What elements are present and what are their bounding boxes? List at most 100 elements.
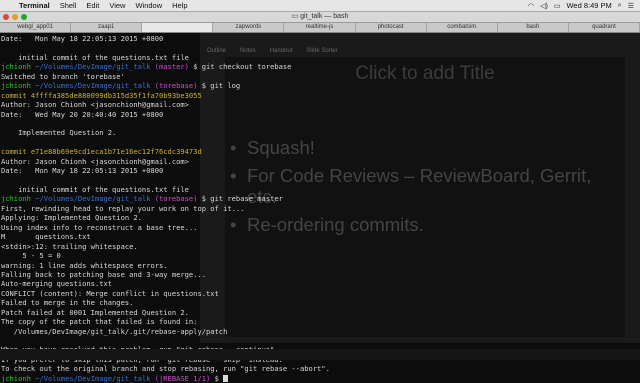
bottom-bar (0, 349, 640, 360)
menu-shell[interactable]: Shell (55, 0, 82, 11)
line-text: Failed to merge in the changes. (1, 298, 134, 308)
terminal-line: 5 - 5 = 0 (1, 251, 639, 260)
prompt-branch: (master) (150, 62, 189, 72)
prompt-path: ~/Volumes/DevImage/git_talk (30, 194, 151, 204)
prompt-user: jchionh (1, 194, 31, 204)
terminal-prompt-line: jchionh ~/Volumes/DevImage/git_talk (tor… (1, 194, 639, 203)
terminal-line: initial commit of the questions.txt file (1, 53, 639, 62)
terminal-output[interactable]: Date: Mon May 18 22:05:13 2015 +0800 ini… (1, 34, 639, 383)
menu-edit[interactable]: Edit (81, 0, 104, 11)
terminal-line: The copy of the patch that failed is fou… (1, 317, 639, 326)
line-text: Patch failed at 0001 Implemented Questio… (1, 307, 189, 317)
window-titlebar: ▭ git_talk — bash (0, 12, 640, 23)
tab-realtime-js[interactable]: realtime-js (284, 23, 356, 32)
line-text: Date: Mon May 18 22:05:13 2015 +0800 (1, 34, 164, 43)
list-icon[interactable]: ☰ (628, 2, 634, 10)
tab-bar: webgl_app01 zaap1 zapwords realtime-js p… (0, 23, 640, 33)
menu-view[interactable]: View (104, 0, 130, 11)
volume-icon[interactable]: ◁) (540, 2, 548, 10)
terminal-line: Date: Mon May 18 22:05:13 2015 +0800 (1, 166, 639, 175)
terminal-line: Using index info to reconstruct a base t… (1, 223, 639, 232)
line-text: Date: Mon May 18 22:05:13 2015 +0800 (1, 166, 164, 176)
wifi-icon[interactable]: ◠ (528, 2, 534, 10)
terminal-line: Date: Mon May 18 22:05:13 2015 +0800 (1, 34, 639, 43)
terminal-line: Falling back to patching base and 3-way … (1, 270, 639, 279)
search-icon[interactable]: ⌕ (618, 2, 622, 10)
menu-window[interactable]: Window (130, 0, 167, 11)
prompt-user: jchionh (1, 62, 31, 72)
terminal-prompt-line: jchionh ~/Volumes/DevImage/git_talk (|RE… (1, 374, 639, 383)
prompt-path: ~/Volumes/DevImage/git_talk (30, 81, 151, 91)
line-text: To check out the original branch and sto… (1, 364, 330, 374)
line-text: initial commit of the questions.txt file (1, 52, 189, 62)
line-text: warning: 1 line adds whitespace errors. (1, 260, 168, 270)
terminal-line: Date: Wed May 20 20:40:40 2015 +0800 (1, 110, 639, 119)
prompt-branch: (torebase) (150, 81, 198, 91)
line-text: First, rewinding head to replay your wor… (1, 203, 245, 213)
line-text: M questions.txt (1, 232, 91, 242)
line-text: /Volumes/DevImage/git_talk/.git/rebase-a… (1, 326, 228, 336)
line-text: Auto-merging questions.txt (1, 279, 113, 289)
terminal-line: Author: Jason Chionh <jasonchionh@gmail.… (1, 100, 639, 109)
battery-icon[interactable]: ▭ (554, 2, 561, 10)
prompt-user: jchionh (1, 373, 31, 383)
line-text: initial commit of the questions.txt file (1, 185, 189, 194)
line-text: Author: Jason Chionh <jasonchionh@gmail.… (1, 156, 189, 166)
tab-bash[interactable]: bash (498, 23, 569, 32)
window-title: git_talk — bash (300, 13, 349, 20)
terminal-line: Patch failed at 0001 Implemented Questio… (1, 308, 639, 317)
menu-help[interactable]: Help (167, 0, 192, 11)
tab-photocast[interactable]: photocast (356, 23, 427, 32)
menu-terminal[interactable]: Terminal (14, 0, 55, 11)
line-text: Using index info to reconstruct a base t… (1, 222, 198, 232)
line-text: Author: Jason Chionh <jasonchionh@gmail.… (1, 100, 189, 110)
terminal-prompt-line: jchionh ~/Volumes/DevImage/git_talk (tor… (1, 81, 639, 90)
prompt-user: jchionh (1, 81, 31, 91)
tab-webgl-app01[interactable]: webgl_app01 (0, 23, 72, 32)
terminal-line: First, rewinding head to replay your wor… (1, 204, 639, 213)
tab-quadrant[interactable]: quadrant (569, 23, 640, 32)
menu-clock[interactable]: Wed 8:49 PM (566, 1, 611, 10)
terminal-line: initial commit of the questions.txt file (1, 185, 639, 194)
terminal-line: <stdin>:12: trailing whitespace. (1, 242, 639, 251)
prompt-path: ~/Volumes/DevImage/git_talk (30, 373, 151, 383)
line-text: Applying: Implemented Question 2. (1, 213, 142, 223)
tab-zapwords[interactable]: zapwords (213, 23, 285, 32)
tab-combatsim[interactable]: combatsim (427, 23, 498, 32)
prompt-command: $ git checkout torebase (188, 62, 292, 72)
prompt-command: $ git log (197, 81, 241, 91)
prompt-branch: (|REBASE 1/1) (150, 373, 211, 383)
prompt-path: ~/Volumes/DevImage/git_talk (30, 62, 151, 72)
line-text: Implemented Question 2. (1, 128, 117, 138)
commit-hash-line: commit e71e88b69e9cd1eca1b71e16ec12f76cd… (1, 147, 639, 156)
prompt-branch: (torebase) (150, 194, 198, 204)
zoom-icon[interactable] (21, 14, 27, 20)
menu-extras: ◠ ◁) ▭ Wed 8:49 PM ⌕ ☰ (528, 1, 640, 10)
tab-zaap1[interactable]: zaap1 (71, 23, 143, 32)
line-text: <stdin>:12: trailing whitespace. (1, 241, 138, 251)
terminal-line: M questions.txt (1, 232, 639, 241)
line-text: Date: Wed May 20 20:40:40 2015 +0800 (1, 109, 164, 119)
terminal-line: Switched to branch 'torebase' (1, 72, 639, 81)
close-icon[interactable] (3, 14, 9, 20)
terminal-line: To check out the original branch and sto… (1, 364, 639, 373)
line-text: commit 4ffffa385de880099db315d35f1fa70b9… (1, 90, 202, 100)
prompt-command: $ git rebase master (197, 194, 283, 204)
line-text: The copy of the patch that failed is fou… (1, 317, 198, 327)
minimize-icon[interactable] (12, 14, 18, 20)
terminal-line: Failed to merge in the changes. (1, 298, 639, 307)
terminal-line: /Volumes/DevImage/git_talk/.git/rebase-a… (1, 327, 639, 336)
terminal-line: warning: 1 line adds whitespace errors. (1, 261, 639, 270)
terminal-prompt-line: jchionh ~/Volumes/DevImage/git_talk (mas… (1, 62, 639, 71)
line-text: Falling back to patching base and 3-way … (1, 269, 206, 279)
commit-hash-line: commit 4ffffa385de880099db315d35f1fa70b9… (1, 91, 639, 100)
line-text: 5 - 5 = 0 (1, 251, 61, 261)
tab-active[interactable] (142, 23, 214, 32)
terminal-line: Implemented Question 2. (1, 128, 639, 137)
menu-bar: Terminal Shell Edit View Window Help ◠ ◁… (0, 0, 640, 12)
folder-icon: ▭ (291, 13, 301, 20)
